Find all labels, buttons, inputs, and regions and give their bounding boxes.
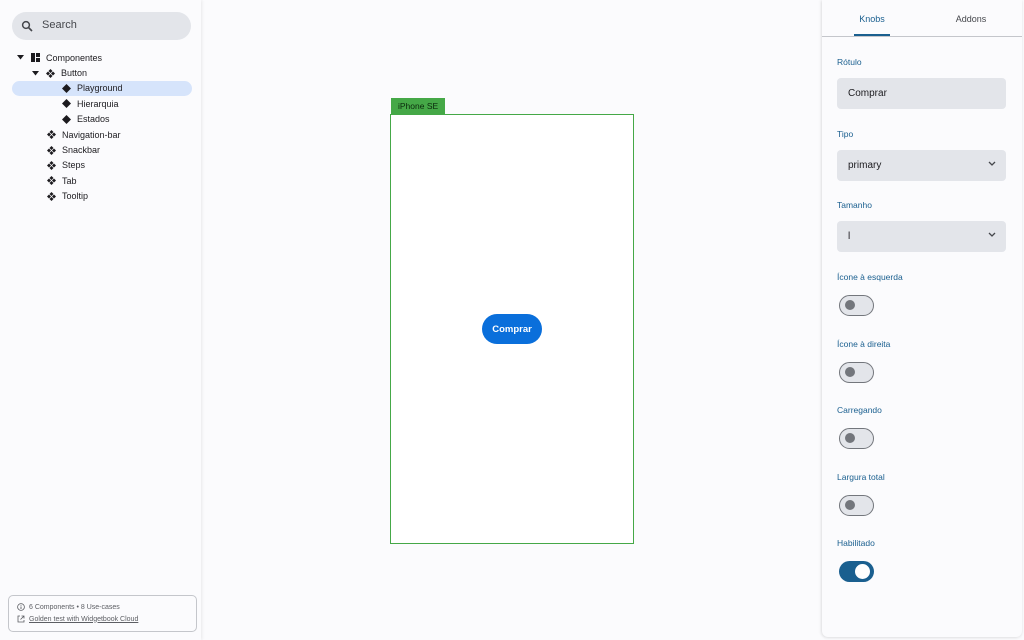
search-icon [21,20,33,32]
preview-comprar-button[interactable]: Comprar [482,314,542,344]
external-link-icon [17,615,25,623]
toggle-thumb [845,433,855,443]
category-icon [31,53,40,63]
tree-item-navigation-bar[interactable]: Navigation-bar [12,127,192,142]
panel-tabs: Knobs Addons [822,0,1022,37]
toggle-thumb [845,367,855,377]
tree-item-steps[interactable]: Steps [12,158,192,173]
golden-test-link[interactable]: Golden test with Widgetbook Cloud [29,616,138,623]
tree-item-button[interactable]: Button [12,65,192,80]
stats-summary-text: 6 Components • 8 Use-cases [29,603,120,611]
largura-total-toggle[interactable] [839,495,874,516]
tree-item-tab[interactable]: Tab [12,173,192,188]
tree-item-playground[interactable]: Playground [12,80,192,97]
knob-label-icone-esquerda: Ícone à esquerda [837,272,903,282]
tree-item-tooltip[interactable]: Tooltip [12,189,192,204]
tree-item-label: Steps [62,160,86,171]
tree-item-label: Componentes [46,52,103,63]
tree-item-label: Hierarquia [77,98,119,109]
component-tree: Componentes Button Playground Hierarquia [12,50,192,204]
tab-knobs[interactable]: Knobs [854,0,890,37]
caret-down-icon[interactable] [16,54,24,62]
cloud-link-row[interactable]: Golden test with Widgetbook Cloud [17,615,138,623]
component-icon [47,145,56,155]
chevron-down-icon [988,161,996,166]
tab-addons[interactable]: Addons [953,0,989,37]
use-case-icon [62,114,71,124]
tipo-select-value: primary [848,160,882,171]
component-icon [46,68,55,78]
knobs-panel: Knobs Addons Rótulo Comprar Tipo primary… [822,0,1022,637]
knob-label-habilitado: Habilitado [837,538,875,548]
toggle-thumb [845,500,855,510]
toggle-thumb [845,300,855,310]
tree-item-label: Tab [62,175,77,186]
component-icon [47,176,56,186]
tree-item-snackbar[interactable]: Snackbar [12,142,192,157]
tree-item-hierarquia[interactable]: Hierarquia [12,96,192,111]
info-icon [17,603,25,611]
component-icon [47,160,56,170]
tree-item-label: Estados [77,114,110,125]
use-case-icon [62,99,71,109]
knob-label-tipo: Tipo [837,129,854,139]
knob-label-tamanho: Tamanho [837,200,872,210]
search-placeholder: Search [42,19,77,31]
tipo-select[interactable]: primary [837,150,1006,181]
tree-item-label: Navigation-bar [62,129,121,140]
habilitado-toggle[interactable] [839,561,874,582]
chevron-down-icon [988,232,996,237]
tamanho-select-value: l [848,231,851,242]
component-icon [47,191,56,201]
knob-label-largura-total: Largura total [837,472,885,482]
tree-item-label: Snackbar [62,145,101,156]
search-input[interactable]: Search [12,12,191,40]
tamanho-select[interactable]: l [837,221,1006,252]
navigation-sidebar: Search Componentes Button Playground Hie… [0,0,201,640]
icone-esquerda-toggle[interactable] [839,295,874,316]
tree-item-estados[interactable]: Estados [12,112,192,127]
knob-label-carregando: Carregando [837,405,882,415]
active-tab-indicator [854,34,890,36]
knob-label-rotulo: Rótulo [837,57,862,67]
toggle-thumb [855,564,870,579]
carregando-toggle[interactable] [839,428,874,449]
icone-direita-toggle[interactable] [839,362,874,383]
tree-item-componentes[interactable]: Componentes [12,50,192,65]
rotulo-input[interactable]: Comprar [837,78,1006,109]
knob-label-icone-direita: Ícone à direita [837,339,891,349]
tree-item-label: Playground [77,83,123,94]
stats-summary: 6 Components • 8 Use-cases [17,603,120,611]
tree-item-label: Tooltip [62,191,89,202]
use-case-icon [62,83,71,93]
device-name-tag: iPhone SE [391,98,446,114]
caret-down-icon[interactable] [31,69,39,77]
stats-card: 6 Components • 8 Use-cases Golden test w… [8,595,197,632]
tree-item-label: Button [61,68,88,79]
component-icon [47,130,56,140]
